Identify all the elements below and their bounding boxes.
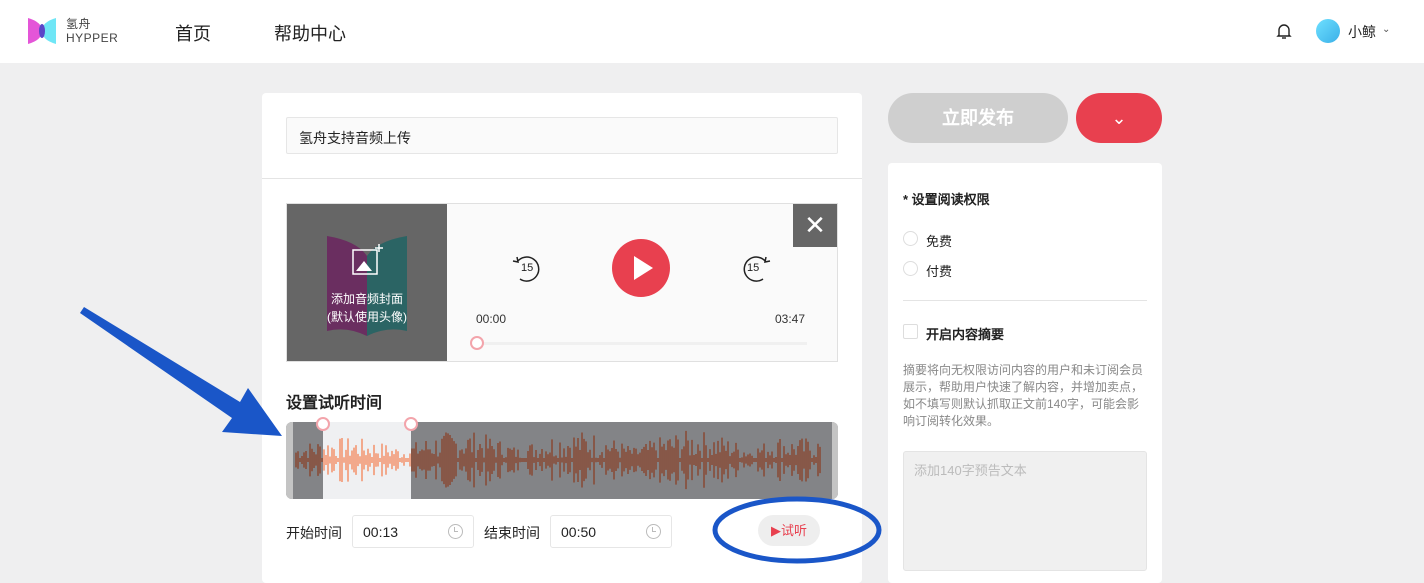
- end-handle[interactable]: [404, 417, 418, 431]
- rewind-seconds: 15: [521, 262, 534, 274]
- title-input[interactable]: 氢舟支持音频上传: [286, 117, 838, 154]
- add-cover-button[interactable]: 添加音频封面 (默认使用头像): [287, 204, 447, 361]
- option-free-label[interactable]: 免费: [926, 231, 952, 250]
- forward-seconds: 15: [747, 262, 760, 274]
- chevron-down-icon: ⌄: [1111, 108, 1127, 128]
- nav-home[interactable]: 首页: [175, 20, 211, 46]
- more-options-button[interactable]: ⌄: [1076, 93, 1162, 143]
- nav-help-center[interactable]: 帮助中心: [274, 20, 346, 46]
- summary-description: 摘要将向无权限访问内容的用户和未订阅会员展示，帮助用户快速了解内容，并增加卖点，…: [903, 363, 1144, 428]
- start-time-input[interactable]: 00:13: [352, 515, 474, 548]
- add-image-icon: [352, 244, 383, 275]
- cover-label: 添加音频封面: [330, 292, 403, 306]
- top-nav: 氢舟 HYPPER 首页 帮助中心 小鲸 ⌄: [0, 0, 1424, 63]
- settings-panel: * 设置阅读权限 免费 付费 开启内容摘要 摘要将向无权限访问内容的用户和未订阅…: [888, 163, 1162, 583]
- end-time-input[interactable]: 00:50: [550, 515, 672, 548]
- summary-checkbox[interactable]: [903, 324, 918, 339]
- chevron-down-icon[interactable]: ⌄: [1382, 24, 1390, 35]
- current-time: 00:00: [476, 312, 507, 326]
- divider: [903, 300, 1147, 301]
- logo-en: HYPPER: [66, 31, 119, 45]
- clock-icon: [646, 524, 661, 539]
- start-handle[interactable]: [316, 417, 330, 431]
- play-icon: ▶: [770, 523, 781, 538]
- bell-icon[interactable]: [1276, 22, 1292, 40]
- audio-player: 添加音频封面 (默认使用头像) ✕ 15 15 00:00 03:47: [286, 203, 838, 362]
- forward-15-button[interactable]: 15: [739, 253, 771, 285]
- trial-play-button[interactable]: ▶试听: [758, 515, 820, 546]
- radio-paid[interactable]: [903, 261, 918, 276]
- clock-icon: [448, 524, 463, 539]
- play-icon: [634, 256, 653, 280]
- permission-title: * 设置阅读权限: [903, 192, 990, 207]
- duration: 03:47: [775, 312, 806, 326]
- logo[interactable]: 氢舟 HYPPER: [28, 16, 118, 46]
- trial-heading: 设置试听时间: [286, 395, 383, 412]
- editor-card: 氢舟支持音频上传 添加音频封面 (默认使用头像) ✕ 15 15 00:00 0…: [262, 93, 862, 583]
- username[interactable]: 小鲸: [1348, 22, 1376, 42]
- start-time-value: 00:13: [363, 524, 399, 540]
- progress-slider[interactable]: [477, 342, 807, 345]
- summary-textarea[interactable]: 添加140字预告文本: [903, 451, 1147, 571]
- start-label: 开始时间: [286, 525, 342, 541]
- end-label: 结束时间: [484, 525, 540, 541]
- option-paid-label[interactable]: 付费: [926, 261, 952, 280]
- annotation-arrow: [80, 307, 282, 436]
- avatar[interactable]: [1316, 19, 1340, 43]
- waveform[interactable]: [286, 422, 838, 499]
- summary-label[interactable]: 开启内容摘要: [926, 324, 1004, 343]
- radio-free[interactable]: [903, 231, 918, 246]
- rewind-15-button[interactable]: 15: [512, 253, 544, 285]
- trial-play-label: 试听: [780, 523, 807, 538]
- end-time-value: 00:50: [561, 524, 597, 540]
- logo-cn: 氢舟: [66, 17, 92, 31]
- cover-hint: (默认使用头像): [327, 310, 407, 324]
- divider: [262, 178, 862, 179]
- close-icon[interactable]: ✕: [793, 204, 837, 247]
- publish-button[interactable]: 立即发布: [888, 93, 1068, 143]
- waveform-bars: [295, 430, 821, 490]
- hypper-logo-icon: [28, 18, 56, 44]
- progress-handle[interactable]: [470, 336, 484, 350]
- play-button[interactable]: [612, 239, 670, 297]
